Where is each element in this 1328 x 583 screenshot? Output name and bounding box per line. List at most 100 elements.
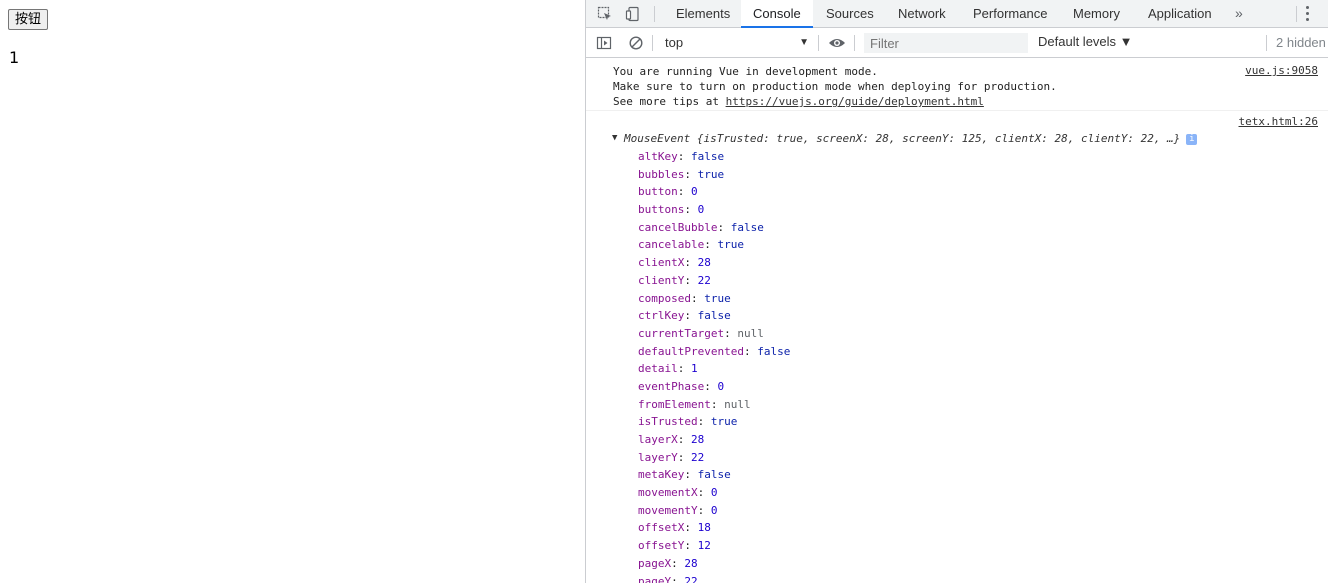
tab-application[interactable]: Application <box>1136 0 1224 28</box>
event-preview: {isTrusted: true, screenX: 28, screenY: … <box>690 132 1181 145</box>
property-key: movementX <box>638 486 698 500</box>
property-key: currentTarget <box>638 326 725 340</box>
kebab-menu-icon[interactable] <box>1306 6 1310 22</box>
property-value: 1 <box>691 362 698 376</box>
property-row: fromElement: null <box>638 397 751 411</box>
property-value: 28 <box>691 433 705 446</box>
click-counter: 1 <box>9 48 20 67</box>
info-icon[interactable]: i <box>1186 133 1198 145</box>
property-row: metaKey: false <box>638 468 731 482</box>
property-value: 12 <box>697 539 711 553</box>
property-row: ctrlKey: false <box>638 309 731 323</box>
event-type: MouseEvent <box>624 132 691 145</box>
mouse-event-summary[interactable]: ▼ MouseEvent {isTrusted: true, screenX: 2… <box>612 131 1198 146</box>
property-row: movementY: 0 <box>638 503 718 517</box>
expand-triangle-icon[interactable]: ▼ <box>612 131 617 146</box>
console-toolbar: top ▼ Default levels ▼ 2 hidden <box>586 28 1328 58</box>
property-key: clientY <box>638 273 685 287</box>
tab-performance[interactable]: Performance <box>961 0 1059 28</box>
tab-elements[interactable]: Elements <box>664 0 742 28</box>
property-row: altKey: false <box>638 150 725 163</box>
property-value: 0 <box>710 503 718 517</box>
toolbar-divider <box>652 35 653 51</box>
devtools-toolbar: Elements Console Sources Network Perform… <box>586 0 1328 28</box>
property-value: true <box>717 238 744 252</box>
property-key: altKey <box>638 150 678 163</box>
property-row: isTrusted: true <box>638 415 738 429</box>
property-row: pageX: 28 <box>638 556 698 570</box>
property-key: defaultPrevented <box>638 344 744 358</box>
property-key: composed <box>638 291 691 305</box>
live-expression-eye-icon[interactable] <box>827 33 847 53</box>
property-value: 28 <box>684 556 698 570</box>
devtools-panel: Elements Console Sources Network Perform… <box>585 0 1328 583</box>
toolbar-divider <box>654 6 655 22</box>
property-row: movementX: 0 <box>638 486 718 500</box>
property-key: eventPhase <box>638 379 705 393</box>
tab-console[interactable]: Console <box>741 0 813 28</box>
event-properties: altKey: false bubbles: true button: 0 butto… <box>638 148 790 583</box>
property-value: false <box>730 220 764 234</box>
caret-down-icon: ▼ <box>799 37 809 48</box>
tab-sources[interactable]: Sources <box>814 0 886 28</box>
property-value: true <box>710 415 738 429</box>
message-divider <box>586 110 1328 111</box>
property-key: offsetX <box>638 521 685 535</box>
device-toolbar-icon[interactable] <box>623 4 643 24</box>
property-value: false <box>697 309 731 323</box>
property-row: clientY: 22 <box>638 273 711 287</box>
vue-message-line-2: Make sure to turn on production mode whe… <box>613 80 1057 93</box>
page-button[interactable]: 按钮 <box>8 9 49 30</box>
property-value: 18 <box>697 521 711 535</box>
vue-message-line-3: See more tips at https://vuejs.org/guide… <box>613 94 984 109</box>
property-value: 28 <box>697 256 711 270</box>
property-value: 0 <box>691 185 698 199</box>
property-value: false <box>691 150 725 163</box>
property-value: 22 <box>684 574 698 583</box>
property-value: false <box>757 344 791 358</box>
property-key: buttons <box>638 203 685 217</box>
context-select[interactable]: top ▼ <box>659 33 811 53</box>
filter-input[interactable] <box>864 33 1028 53</box>
property-row: currentTarget: null <box>638 326 764 340</box>
property-key: ctrlKey <box>638 309 685 323</box>
event-message-source[interactable]: tetx.html:26 <box>1239 115 1318 128</box>
property-key: button <box>638 185 678 199</box>
property-row: offsetX: 18 <box>638 521 711 535</box>
property-row: clientX: 28 <box>638 256 711 270</box>
property-value: 0 <box>697 203 705 217</box>
property-key: detail <box>638 362 678 376</box>
property-row: detail: 1 <box>638 362 698 376</box>
property-key: layerX <box>638 433 678 446</box>
property-row: layerY: 22 <box>638 450 705 464</box>
property-row: layerX: 28 <box>638 433 705 446</box>
property-key: movementY <box>638 503 698 517</box>
clear-console-icon[interactable] <box>626 33 646 53</box>
context-value: top <box>665 35 684 50</box>
tab-network[interactable]: Network <box>886 0 958 28</box>
property-value: true <box>697 167 725 181</box>
tab-memory[interactable]: Memory <box>1061 0 1132 28</box>
inspect-element-icon[interactable] <box>595 4 615 24</box>
vue-deployment-link[interactable]: https://vuejs.org/guide/deployment.html <box>726 95 984 108</box>
property-key: pageX <box>638 556 672 570</box>
property-value: 22 <box>691 450 705 464</box>
more-tabs-icon[interactable]: » <box>1235 5 1243 21</box>
property-row: pageY: 22 <box>638 573 790 583</box>
vue-message-line-1: You are running Vue in development mode. <box>613 65 878 78</box>
log-levels-select[interactable]: Default levels ▼ <box>1038 34 1133 49</box>
property-value: 0 <box>717 379 725 393</box>
console-output: vue.js:9058 You are running Vue in devel… <box>586 58 1328 583</box>
property-row: cancelable: true <box>638 238 744 252</box>
property-value: 0 <box>710 486 718 500</box>
property-value: null <box>737 326 764 340</box>
vue-message-source[interactable]: vue.js:9058 <box>1245 64 1318 77</box>
property-row: offsetY: 12 <box>638 539 711 553</box>
property-row: composed: true <box>638 291 731 305</box>
property-value: 22 <box>697 273 711 287</box>
sidebar-toggle-icon[interactable] <box>594 33 614 53</box>
property-row: defaultPrevented: false <box>638 344 791 358</box>
property-key: pageY <box>638 574 672 583</box>
property-key: isTrusted <box>638 415 698 429</box>
property-row: button: 0 <box>638 185 698 199</box>
